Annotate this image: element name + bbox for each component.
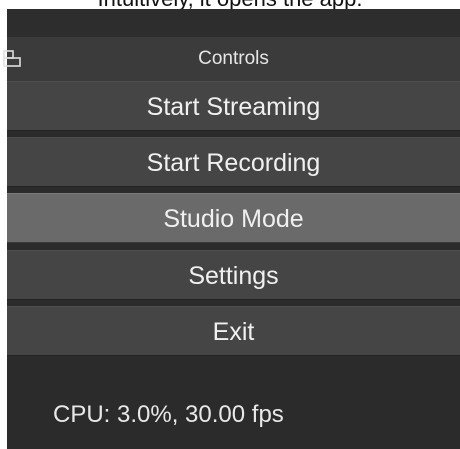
studio-mode-button[interactable]: Studio Mode (7, 193, 460, 243)
status-bar: CPU: 3.0%, 30.00 fps (7, 362, 460, 449)
settings-button[interactable]: Settings (7, 250, 460, 300)
dock-title: Controls (198, 48, 269, 69)
dock-header: Controls (3, 37, 460, 81)
dock-top-band (7, 9, 460, 37)
cpu-fps-status: CPU: 3.0%, 30.00 fps (53, 401, 284, 428)
page-text-fragment: Intuitively, it opens the app. (0, 0, 460, 9)
start-streaming-button[interactable]: Start Streaming (7, 81, 460, 131)
start-recording-button[interactable]: Start Recording (7, 137, 460, 187)
page-text-fragment-label: Intuitively, it opens the app. (0, 0, 460, 9)
exit-button[interactable]: Exit (7, 306, 460, 356)
controls-dock: Controls Start Streaming Start Recording… (3, 9, 460, 449)
